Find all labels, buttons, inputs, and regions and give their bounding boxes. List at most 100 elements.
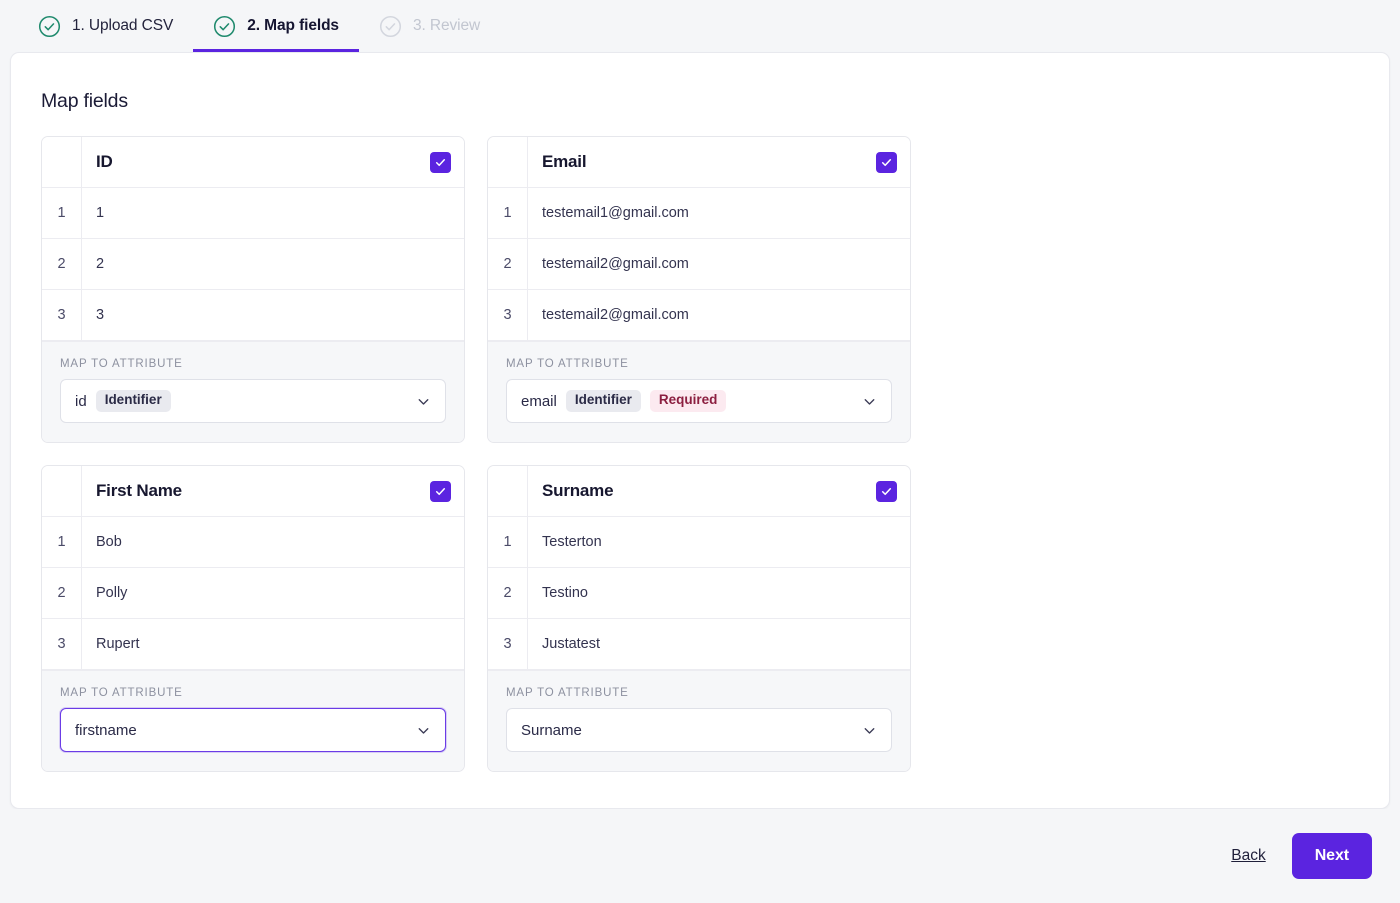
row-number: 1	[42, 517, 82, 567]
field-card: Surname 1 Testerton 2 Testino 3 Justatest MAP T…	[487, 465, 911, 772]
preview-table: Surname 1 Testerton 2 Testino 3 Justatest	[488, 466, 910, 670]
identifier-badge: Identifier	[565, 390, 641, 412]
column-header-label: ID	[96, 152, 113, 171]
cell-value: testemail2@gmail.com	[542, 256, 689, 272]
identifier-badge: Identifier	[95, 390, 171, 412]
row-number: 3	[488, 619, 528, 669]
check-circle-icon	[379, 15, 402, 38]
step-label: 3. Review	[412, 17, 481, 34]
row-number: 3	[488, 290, 528, 340]
map-to-attribute-section: MAP TO ATTRIBUTE firstname	[42, 670, 464, 771]
table-row: 1 Testerton	[488, 517, 910, 568]
row-number-header	[42, 137, 82, 187]
attribute-select[interactable]: id Identifier	[60, 379, 446, 423]
attribute-select[interactable]: Surname	[506, 708, 892, 752]
table-row: 11	[42, 188, 464, 239]
cell-value: Rupert	[96, 636, 140, 652]
cell-value: Testerton	[542, 534, 602, 550]
cell-value: Testino	[542, 585, 588, 601]
map-to-attribute-section: MAP TO ATTRIBUTE email Identifier Required	[488, 341, 910, 442]
column-include-checkbox[interactable]	[430, 480, 451, 502]
table-header-row: ID	[42, 137, 464, 188]
chevron-down-icon	[861, 393, 878, 410]
cell-value: 2	[96, 256, 105, 272]
attribute-select-value: email	[521, 392, 557, 410]
next-button[interactable]: Next	[1291, 833, 1372, 879]
row-number-header	[488, 466, 528, 516]
attribute-select[interactable]: firstname	[60, 708, 446, 752]
column-include-checkbox[interactable]	[430, 151, 451, 173]
step-2[interactable]: 2. Map fields	[193, 0, 359, 52]
row-number: 3	[42, 619, 82, 669]
table-row: 22	[42, 239, 464, 290]
cell-value: testemail2@gmail.com	[542, 307, 689, 323]
table-row: 3 testemail2@gmail.com	[488, 290, 910, 341]
column-checkbox-wrap	[430, 480, 464, 502]
csv-import-wizard: 1. Upload CSV 2. Map fields 3. Review Map …	[0, 0, 1400, 903]
wizard-stepper: 1. Upload CSV 2. Map fields 3. Review	[0, 0, 1400, 52]
chevron-down-icon	[415, 393, 432, 410]
wizard-footer: Back Next	[0, 809, 1400, 903]
cell-value: Bob	[96, 534, 122, 550]
cell-value: Polly	[96, 585, 128, 601]
column-include-checkbox[interactable]	[876, 480, 897, 502]
page-title: Map fields	[41, 90, 128, 112]
column-checkbox-wrap	[876, 480, 910, 502]
preview-table: Email 1 testemail1@gmail.com 2 testemail2@gm…	[488, 137, 910, 341]
chevron-down-icon	[415, 722, 432, 739]
step-label: 1. Upload CSV	[72, 17, 174, 34]
row-number-header	[42, 466, 82, 516]
table-row: 33	[42, 290, 464, 341]
map-to-attribute-label: MAP TO ATTRIBUTE	[60, 687, 183, 699]
row-number: 2	[42, 568, 82, 618]
step-3: 3. Review	[359, 0, 500, 52]
table-header-row: First Name	[42, 466, 464, 517]
map-to-attribute-label: MAP TO ATTRIBUTE	[506, 687, 629, 699]
check-icon	[434, 156, 447, 169]
row-number: 1	[42, 188, 82, 238]
chevron-down-icon	[861, 722, 878, 739]
attribute-select-value: id	[75, 392, 87, 410]
column-header-label: Surname	[542, 481, 614, 500]
back-button[interactable]: Back	[1227, 841, 1269, 871]
column-checkbox-wrap	[876, 151, 910, 173]
row-number-header	[488, 137, 528, 187]
table-header-row: Surname	[488, 466, 910, 517]
check-icon	[880, 485, 893, 498]
map-to-attribute-label: MAP TO ATTRIBUTE	[506, 358, 629, 370]
table-header-row: Email	[488, 137, 910, 188]
cell-value: 3	[96, 307, 105, 323]
cell-value: 1	[96, 205, 105, 221]
field-card: ID 1 1 2 2 3 3 MAP TO ATTRIBUTE id Identifier	[41, 136, 465, 443]
step-1[interactable]: 1. Upload CSV	[18, 0, 193, 52]
table-row: 1 testemail1@gmail.com	[488, 188, 910, 239]
row-number: 3	[42, 290, 82, 340]
check-circle-icon	[38, 15, 61, 38]
attribute-select[interactable]: email Identifier Required	[506, 379, 892, 423]
step-label: 2. Map fields	[247, 17, 339, 34]
row-number: 2	[488, 568, 528, 618]
map-fields-panel: Map fields ID 1 1 2 2 3 3 MAP TO ATTRIBUTE id Ide…	[10, 52, 1390, 809]
field-cards-grid: ID 1 1 2 2 3 3 MAP TO ATTRIBUTE id Identifier Emai…	[41, 136, 1353, 772]
row-number: 2	[488, 239, 528, 289]
cell-value: testemail1@gmail.com	[542, 205, 689, 221]
required-badge: Required	[649, 390, 727, 412]
cell-value: Justatest	[542, 636, 601, 652]
table-row: 3 Rupert	[42, 619, 464, 670]
map-to-attribute-section: MAP TO ATTRIBUTE id Identifier	[42, 341, 464, 442]
table-row: 1 Bob	[42, 517, 464, 568]
column-include-checkbox[interactable]	[876, 151, 897, 173]
map-to-attribute-section: MAP TO ATTRIBUTE Surname	[488, 670, 910, 771]
table-row: 2 Polly	[42, 568, 464, 619]
row-number: 1	[488, 517, 528, 567]
preview-table: First Name 1 Bob 2 Polly 3 Rupert	[42, 466, 464, 670]
attribute-select-value: firstname	[75, 721, 137, 739]
row-number: 1	[488, 188, 528, 238]
column-header-label: First Name	[96, 481, 182, 500]
table-row: 2 Testino	[488, 568, 910, 619]
column-checkbox-wrap	[430, 151, 464, 173]
map-to-attribute-label: MAP TO ATTRIBUTE	[60, 358, 183, 370]
attribute-select-value: Surname	[521, 721, 582, 739]
table-row: 3 Justatest	[488, 619, 910, 670]
check-icon	[434, 485, 447, 498]
